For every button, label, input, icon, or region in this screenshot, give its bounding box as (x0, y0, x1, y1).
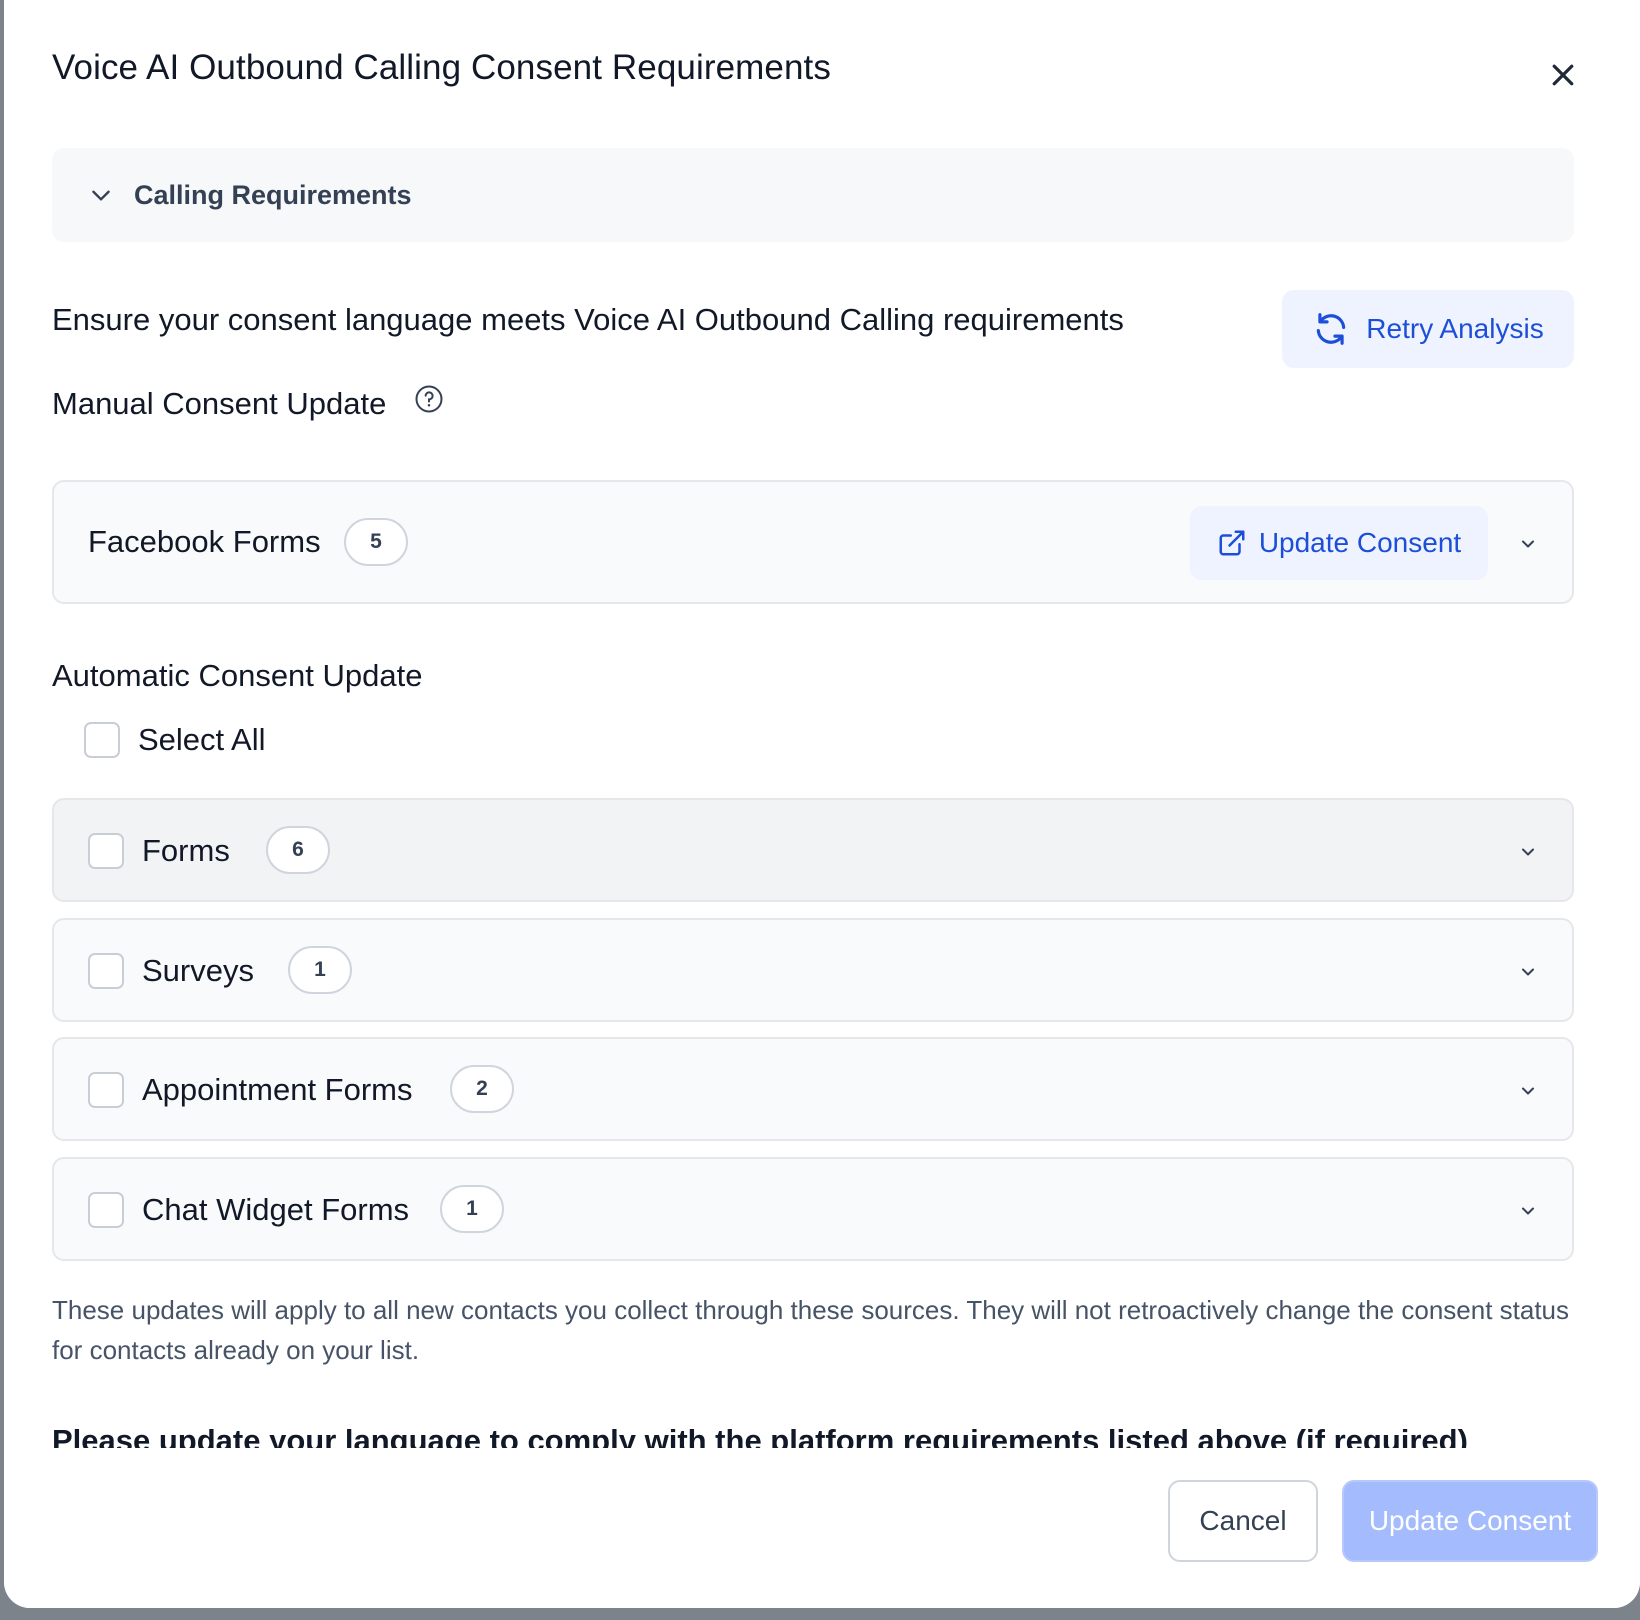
facebook-forms-label: Facebook Forms (88, 524, 321, 559)
automatic-consent-title: Automatic Consent Update (52, 658, 423, 693)
select-all-row[interactable]: Select All (84, 722, 266, 758)
external-link-icon (1219, 530, 1245, 556)
source-label: Surveys (142, 953, 254, 988)
chevron-down-icon (1522, 1087, 1534, 1095)
source-card-forms[interactable]: Forms 6 (52, 798, 1574, 902)
source-card-surveys[interactable]: Surveys 1 (52, 918, 1574, 1022)
retry-analysis-button[interactable]: Retry Analysis (1282, 290, 1574, 368)
chevron-down-icon (92, 190, 110, 201)
cancel-button[interactable]: Cancel (1168, 1480, 1318, 1562)
count-badge: 5 (344, 518, 408, 566)
source-checkbox[interactable] (88, 1192, 124, 1228)
source-label: Appointment Forms (142, 1072, 413, 1107)
source-expand-toggle[interactable] (1514, 1077, 1542, 1105)
chevron-down-icon (1522, 1207, 1534, 1215)
manual-consent-title: Manual Consent Update (52, 386, 387, 421)
source-checkbox[interactable] (88, 833, 124, 869)
select-all-label: Select All (138, 722, 266, 757)
facebook-expand-toggle[interactable] (1514, 530, 1542, 558)
source-label: Forms (142, 833, 230, 868)
language-instruction: Please update your language to comply wi… (52, 1423, 1468, 1448)
facebook-update-consent-button[interactable]: Update Consent (1190, 506, 1488, 580)
source-card-appointment-forms[interactable]: Appointment Forms 2 (52, 1037, 1574, 1141)
calling-requirements-label: Calling Requirements (134, 179, 412, 210)
ensure-consent-text: Ensure your consent language meets Voice… (52, 302, 1124, 337)
source-checkbox[interactable] (88, 1072, 124, 1108)
source-card-chat-widget-forms[interactable]: Chat Widget Forms 1 (52, 1157, 1574, 1261)
count-badge: 1 (440, 1185, 504, 1233)
select-all-checkbox[interactable] (84, 722, 120, 758)
source-expand-toggle[interactable] (1514, 838, 1542, 866)
calling-requirements-toggle[interactable]: Calling Requirements (52, 148, 1574, 242)
source-checkbox[interactable] (88, 953, 124, 989)
count-badge: 2 (450, 1065, 514, 1113)
facebook-forms-card: Facebook Forms 5 Update Consent (52, 480, 1574, 604)
consent-modal: Voice AI Outbound Calling Consent Requir… (4, 0, 1640, 1608)
update-consent-button[interactable]: Update Consent (1342, 1480, 1598, 1562)
chevron-down-icon (1522, 848, 1534, 856)
count-badge: 6 (266, 826, 330, 874)
chevron-down-icon (1522, 540, 1534, 548)
close-icon (1552, 64, 1574, 86)
refresh-icon (1317, 313, 1346, 345)
retry-analysis-label: Retry Analysis (1366, 313, 1544, 344)
chevron-down-icon (1522, 968, 1534, 976)
facebook-update-consent-label: Update Consent (1258, 527, 1462, 558)
close-button[interactable] (1540, 52, 1586, 98)
modal-title: Voice AI Outbound Calling Consent Requir… (52, 48, 831, 87)
count-badge: 1 (288, 946, 352, 994)
consent-note: These updates will apply to all new cont… (52, 1295, 1570, 1365)
source-expand-toggle[interactable] (1514, 1197, 1542, 1225)
source-expand-toggle[interactable] (1514, 958, 1542, 986)
source-label: Chat Widget Forms (142, 1192, 410, 1227)
help-circle-icon[interactable] (414, 384, 444, 419)
